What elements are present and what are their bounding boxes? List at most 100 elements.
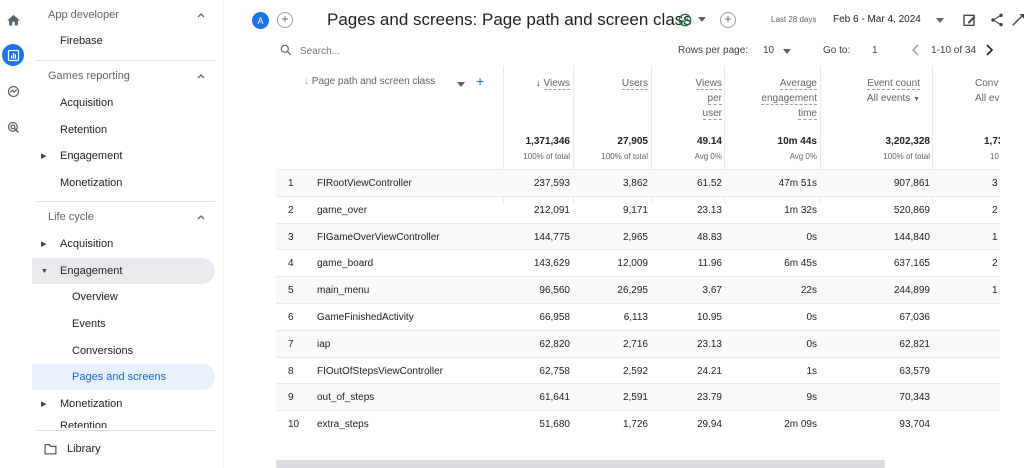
sidebar-section-life-cycle[interactable]: Life cycle xyxy=(32,204,215,230)
users-cell: 2,716 xyxy=(622,338,648,350)
go-to-input[interactable]: 1 xyxy=(872,45,878,56)
views-per-user-cell: 48.83 xyxy=(696,231,722,243)
sidebar-item-label: Pages and screens xyxy=(72,371,167,383)
users-cell: 2,965 xyxy=(622,231,648,243)
table-row[interactable]: 5 main_menu 96,560 26,295 3.67 22s 244,899 1 xyxy=(276,276,1000,304)
search-input[interactable] xyxy=(300,42,500,60)
engagement-time-cell: 47m 51s xyxy=(778,178,817,189)
header-label: Views xyxy=(543,78,570,90)
next-page-icon[interactable] xyxy=(984,44,994,56)
sidebar-item-engagement[interactable]: ▶ Engagement xyxy=(32,143,215,169)
event-count-cell: 67,036 xyxy=(899,312,930,323)
avg-engagement-time-column-header[interactable]: Average engagement time xyxy=(728,76,817,121)
event-count-column-header[interactable]: Event count All events ▼ xyxy=(824,76,920,107)
table-row[interactable]: 3 FIGameOverViewController 144,775 2,965 48.… xyxy=(276,222,1000,250)
sidebar-item-label: Overview xyxy=(72,291,118,303)
header-label: engagement xyxy=(761,93,817,105)
explore-icon[interactable] xyxy=(2,80,24,102)
folder-icon xyxy=(44,444,57,455)
sidebar-item-overview[interactable]: Overview xyxy=(32,284,215,310)
sidebar-item-acquisition[interactable]: ▶ Acquisition xyxy=(32,231,215,257)
engagement-time-cell: 1m 32s xyxy=(784,204,817,216)
table-row[interactable]: 1 FIRootViewController 237,593 3,862 61.52 47… xyxy=(276,169,1000,196)
users-cell: 6,113 xyxy=(623,312,648,323)
sidebar-item-conversions[interactable]: Conversions xyxy=(32,338,215,364)
sidebar-item-label: Library xyxy=(67,443,101,455)
users-column-header[interactable]: Users xyxy=(576,76,648,91)
date-caret-down-icon[interactable] xyxy=(936,18,944,24)
customize-report-icon[interactable] xyxy=(962,12,978,28)
page-path-cell: iap xyxy=(317,338,331,350)
table-row[interactable]: 6 GameFinishedActivity 66,958 6,113 10.95 0s 6… xyxy=(276,303,1000,330)
share-icon[interactable] xyxy=(989,12,1005,28)
views-cell: 144,775 xyxy=(533,231,570,243)
conversions-cell: 2 xyxy=(992,258,998,270)
page-path-cell: game_board xyxy=(317,258,374,270)
table-row[interactable]: 7 iap 62,820 2,716 23.13 0s 62,821 xyxy=(276,329,1000,357)
add-comparison-icon[interactable]: + xyxy=(277,12,293,28)
left-nav-rail xyxy=(0,0,26,468)
row-number: 7 xyxy=(288,338,294,350)
views-pct-total: 100% of total xyxy=(523,152,570,161)
dimension-caret-down-icon[interactable] xyxy=(457,82,465,87)
caret-down-icon[interactable]: ▼ xyxy=(913,96,920,103)
check-circle-icon[interactable] xyxy=(678,13,692,27)
prev-page-icon[interactable] xyxy=(911,44,921,56)
event-count-cell: 520,869 xyxy=(893,204,930,216)
event-count-cell: 907,861 xyxy=(893,178,930,189)
advertising-icon[interactable] xyxy=(2,116,24,138)
sort-arrow-icon: ↓ xyxy=(304,76,312,87)
home-icon[interactable] xyxy=(2,9,24,31)
table-row[interactable]: 10 extra_steps 51,680 1,726 29.94 2m 09s 93,70… xyxy=(276,410,1000,437)
page-path-cell: extra_steps xyxy=(317,419,369,431)
sidebar-item-engagement-expanded[interactable]: ▼ Engagement xyxy=(32,258,215,284)
reports-icon[interactable] xyxy=(2,44,24,66)
sidebar-item-retention[interactable]: Retention xyxy=(32,418,215,428)
header-label: Views xyxy=(695,78,722,90)
event-count-cell: 244,899 xyxy=(893,285,930,297)
rows-caret-down-icon[interactable] xyxy=(783,49,791,54)
rows-per-page-label: Rows per page: xyxy=(678,45,749,56)
event-filter-label[interactable]: All events xyxy=(867,93,910,104)
date-range-value[interactable]: Feb 6 - Mar 4, 2024 xyxy=(833,14,921,25)
sidebar-item-label: Monetization xyxy=(60,398,123,410)
event-count-cell: 62,821 xyxy=(899,338,930,350)
sidebar-item-events[interactable]: Events xyxy=(32,311,215,337)
comparison-chip-avatar[interactable]: A xyxy=(252,12,269,29)
event-count-cell: 70,343 xyxy=(899,392,930,404)
conversions-column-header[interactable]: Conv All ev xyxy=(975,76,1000,106)
sidebar-item-label: Monetization xyxy=(60,177,123,189)
sidebar-item-pages-and-screens[interactable]: Pages and screens xyxy=(32,364,215,390)
page-range: 1-10 of 34 xyxy=(931,45,977,56)
header-label: time xyxy=(798,108,817,120)
sidebar-item-monetization[interactable]: ▶ Monetization xyxy=(32,391,215,417)
users-cell: 9,171 xyxy=(622,204,648,216)
table-row[interactable]: 4 game_board 143,629 12,009 11.96 6m 45s 637,1… xyxy=(276,249,1000,276)
views-column-header[interactable]: ↓ Views xyxy=(508,76,570,91)
sidebar-item-retention[interactable]: Retention xyxy=(32,117,215,143)
sidebar-item-firebase[interactable]: Firebase xyxy=(32,28,215,54)
caret-down-icon[interactable] xyxy=(698,17,706,23)
engagement-time-cell: 6m 45s xyxy=(784,258,817,270)
views-per-user-column-header[interactable]: Views per user xyxy=(656,76,722,121)
table-row[interactable]: 2 game_over 212,091 9,171 23.13 1m 32s 520,869… xyxy=(276,195,1000,223)
add-dimension-icon[interactable]: + xyxy=(476,73,484,89)
row-number: 5 xyxy=(288,285,294,297)
sidebar-section-app-developer[interactable]: App developer xyxy=(32,2,215,28)
section-label: App developer xyxy=(48,9,119,21)
rows-per-page-select[interactable]: 10 xyxy=(763,45,774,56)
add-filter-icon[interactable]: + xyxy=(720,12,736,28)
table-row[interactable]: 8 FIOutOfStepsViewController 62,758 2,592 24… xyxy=(276,356,1000,384)
sidebar-item-library[interactable]: Library xyxy=(32,436,215,462)
dimension-column-header[interactable]: ↓ Page path and screen class xyxy=(304,76,435,87)
insights-icon[interactable] xyxy=(1010,12,1024,28)
sidebar-item-monetization[interactable]: Monetization xyxy=(32,170,215,196)
views-per-user-cell: 23.13 xyxy=(696,338,722,350)
date-range-label: Last 28 days xyxy=(771,15,817,24)
engagement-time-cell: 0s xyxy=(806,312,817,323)
table-row[interactable]: 9 out_of_steps 61,641 2,591 23.79 9s 70,343 xyxy=(276,383,1000,411)
row-number: 6 xyxy=(288,312,294,323)
horizontal-scrollbar[interactable] xyxy=(276,460,885,468)
sidebar-item-acquisition[interactable]: Acquisition xyxy=(32,90,215,116)
sidebar-section-games-reporting[interactable]: Games reporting xyxy=(32,63,215,89)
